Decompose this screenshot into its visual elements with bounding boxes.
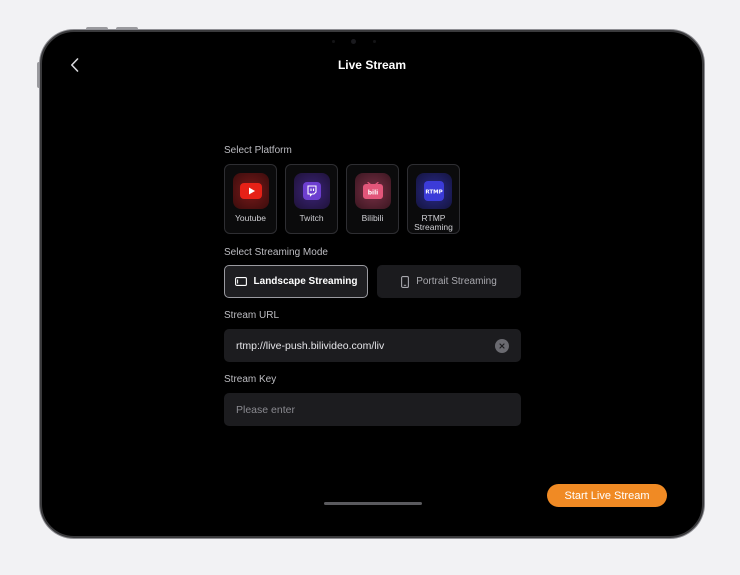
platform-label: Bilibili <box>361 213 384 223</box>
page-title: Live Stream <box>337 58 407 72</box>
rtmp-icon: RTMP <box>415 173 452 209</box>
bilibili-icon: bili <box>354 173 391 209</box>
stream-key-input[interactable] <box>236 403 509 416</box>
youtube-icon <box>232 173 269 209</box>
home-indicator[interactable] <box>324 502 422 505</box>
platform-rtmp[interactable]: RTMP RTMP Streaming <box>407 164 460 234</box>
twitch-icon <box>293 173 330 209</box>
close-icon <box>499 342 505 349</box>
stream-key-label: Stream Key <box>224 374 277 385</box>
platform-twitch[interactable]: Twitch <box>285 164 338 234</box>
svg-text:RTMP: RTMP <box>425 190 442 196</box>
select-mode-label: Select Streaming Mode <box>224 247 328 258</box>
stream-url-input[interactable] <box>236 339 495 352</box>
portrait-icon <box>401 275 410 288</box>
start-live-stream-button[interactable]: Start Live Stream <box>547 484 667 507</box>
platform-label: RTMP Streaming <box>414 213 453 232</box>
platform-label: Twitch <box>299 213 324 223</box>
platform-bilibili[interactable]: bili Bilibili <box>346 164 399 234</box>
landscape-mode-label: Landscape Streaming <box>253 276 358 287</box>
portrait-mode-label: Portrait Streaming <box>416 276 497 287</box>
select-platform-label: Select Platform <box>224 145 292 156</box>
platform-label: Youtube <box>235 213 266 223</box>
landscape-mode-button[interactable]: Landscape Streaming <box>224 265 368 298</box>
sensor-dot <box>373 40 376 43</box>
stream-url-label: Stream URL <box>224 310 280 321</box>
front-camera <box>351 39 356 44</box>
stream-url-field <box>224 329 521 362</box>
platform-youtube[interactable]: Youtube <box>224 164 277 234</box>
svg-text:bili: bili <box>367 190 377 197</box>
tablet-frame: Live Stream Select Platform Youtube Twit… <box>40 30 704 538</box>
portrait-mode-button[interactable]: Portrait Streaming <box>377 265 521 298</box>
sensor-dot <box>332 40 335 43</box>
stream-key-field <box>224 393 521 426</box>
clear-url-button[interactable] <box>495 338 509 353</box>
streaming-mode-selector: Landscape Streaming Portrait Streaming <box>224 265 521 298</box>
platform-list: Youtube Twitch bili Bilibili RTMP RTMP S… <box>224 164 460 234</box>
landscape-icon <box>234 277 247 286</box>
